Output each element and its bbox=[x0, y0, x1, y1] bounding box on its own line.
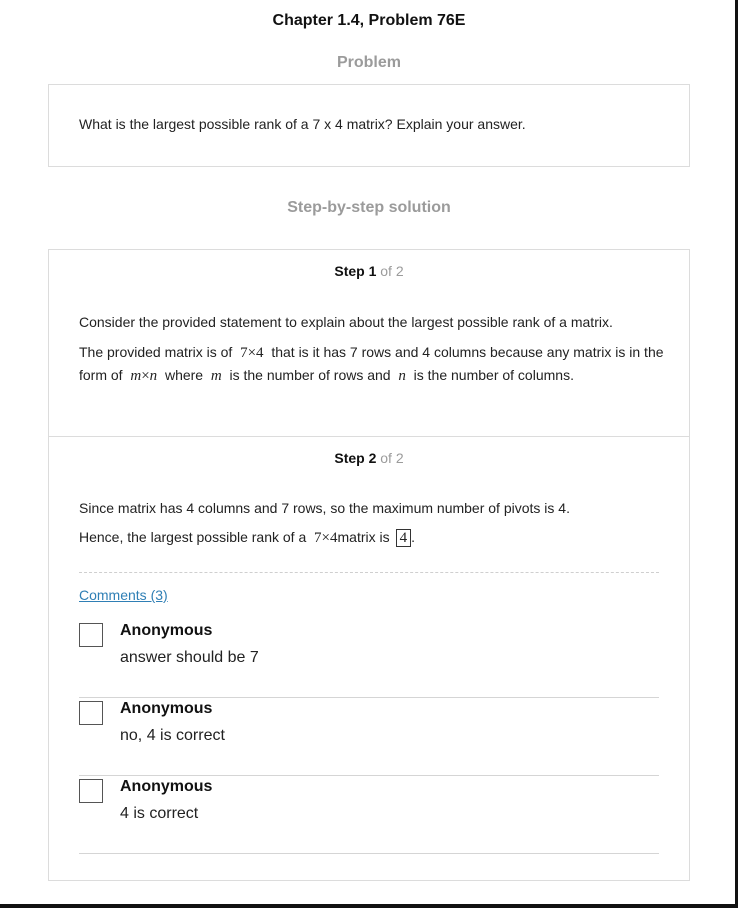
step-1-text-d: is the number of rows and bbox=[229, 367, 391, 383]
comment-item: Anonymous no, 4 is correct bbox=[79, 697, 659, 776]
step-2-title: Step 2 bbox=[334, 450, 377, 466]
comment-item: Anonymous answer should be 7 bbox=[79, 619, 659, 698]
step-1-text-e: is the number of columns. bbox=[413, 367, 574, 383]
chapter-title: Chapter 1.4, Problem 76E bbox=[272, 12, 466, 29]
solution-heading: Step-by-step solution bbox=[287, 199, 451, 216]
math-m-var: m bbox=[210, 368, 222, 384]
step-1-text-a: The provided matrix is of bbox=[79, 344, 233, 360]
comment-author: Anonymous bbox=[120, 700, 213, 717]
step-2-math-dimension: 7×4 bbox=[314, 530, 338, 546]
step-2-count: of 2 bbox=[380, 450, 404, 466]
comment-author: Anonymous bbox=[120, 622, 213, 639]
step-divider bbox=[49, 436, 689, 437]
answer-box: 4 bbox=[395, 529, 412, 548]
step-1-math-m: m bbox=[211, 368, 222, 384]
step-1-label: Step 1 of 2 bbox=[49, 263, 689, 279]
avatar bbox=[79, 779, 103, 803]
step-1-title: Step 1 bbox=[334, 263, 377, 279]
step-2-label: Step 2 of 2 bbox=[49, 450, 689, 466]
comment-text: 4 is correct bbox=[120, 805, 199, 822]
step-1-count: of 2 bbox=[380, 263, 404, 279]
step-1-text-c: where bbox=[164, 367, 204, 383]
step-1-paragraph-2: The provided matrix is of 7×4 that is it… bbox=[79, 341, 664, 387]
avatar bbox=[79, 701, 103, 725]
step-1-math-n: n bbox=[398, 368, 406, 384]
comment-item: Anonymous 4 is correct bbox=[79, 775, 659, 854]
step-1-math-mxn: m×n bbox=[130, 368, 157, 384]
step-2-text-a: Hence, the largest possible rank of a bbox=[79, 529, 307, 545]
avatar bbox=[79, 623, 103, 647]
step-1-paragraph-1: Consider the provided statement to expla… bbox=[79, 314, 613, 330]
step-2-paragraph-2: Hence, the largest possible rank of a 7×… bbox=[79, 526, 664, 549]
problem-box: What is the largest possible rank of a 7… bbox=[48, 84, 690, 167]
math-times: × bbox=[141, 368, 150, 384]
math-n-var: n bbox=[398, 368, 406, 384]
solution-box: Step 1 of 2 Consider the provided statem… bbox=[48, 249, 690, 881]
math-n: n bbox=[149, 368, 158, 384]
comment-author: Anonymous bbox=[120, 778, 213, 795]
comments-separator bbox=[79, 572, 659, 573]
comments-link[interactable]: Comments (3) bbox=[79, 587, 168, 603]
math-m: m bbox=[130, 368, 142, 384]
step-2-period: . bbox=[411, 529, 416, 545]
comment-text: no, 4 is correct bbox=[120, 727, 225, 744]
step-2-text-b: matrix is bbox=[337, 529, 390, 545]
step-2-paragraph-1: Since matrix has 4 columns and 7 rows, s… bbox=[79, 500, 570, 516]
problem-heading: Problem bbox=[336, 54, 401, 71]
window-border-bottom bbox=[0, 904, 738, 908]
comment-text: answer should be 7 bbox=[120, 649, 259, 666]
step-1-math-dimension: 7×4 bbox=[240, 345, 264, 361]
problem-text: What is the largest possible rank of a 7… bbox=[79, 116, 526, 132]
